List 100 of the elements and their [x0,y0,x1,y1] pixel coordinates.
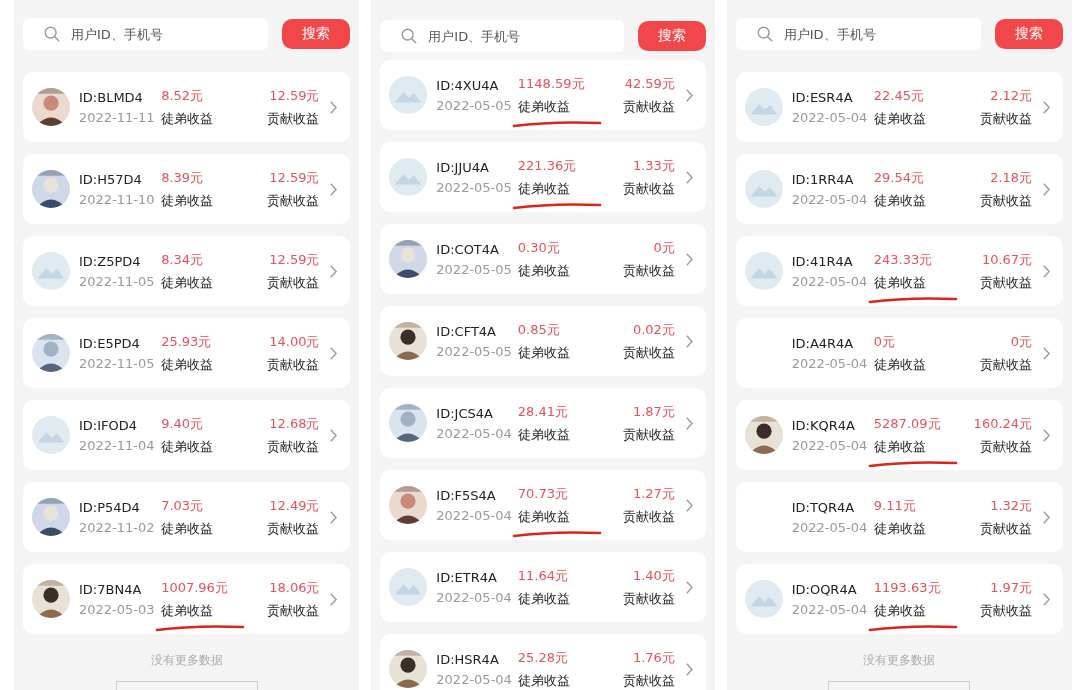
income-label: 徒弟收益 [161,437,215,456]
income-label: 徒弟收益 [161,191,215,210]
user-id: ID:Z5PD4 [79,253,142,269]
placeholder-avatar-icon [744,88,783,126]
contribution-amount: 1.40元 [632,566,675,585]
placeholder-avatar-icon [744,170,783,208]
user-card[interactable]: ID:1RR4A 2022-05-04 29.54元 徒弟收益 2.18元 贡献收益 [735,154,1063,224]
chevron-icon [684,333,694,349]
join-date: 2022-05-04 [436,425,513,441]
user-card[interactable]: ID:P54D4 2022-11-02 7.03元 徒弟收益 12.49元 贡献收益 [23,482,351,552]
income-label: 徒弟收益 [873,437,927,456]
join-date: 2022-05-04 [436,671,513,687]
user-card[interactable]: ID:JJU4A 2022-05-05 221.36元 徒弟收益 1.33元 贡献收益 [380,142,706,212]
user-card[interactable]: ID:ESR4A 2022-05-04 22.45元 徒弟收益 2.12元 贡献收益 [735,72,1063,142]
search-field[interactable]: 用户ID、手机号 [23,18,269,50]
income-amount: 8.39元 [161,168,205,187]
search-button[interactable]: 搜索 [995,19,1063,49]
search-field[interactable]: 用户ID、手机号 [735,18,981,50]
user-card[interactable]: ID:7BN4A 2022-05-03 1007.96元 徒弟收益 18.06元 贡献收益 [23,564,351,634]
income-amount: 0.85元 [517,320,561,339]
contribution-amount: 0.02元 [632,320,675,339]
user-card[interactable]: ID:BLMD4 2022-11-11 8.52元 徒弟收益 12.59元 贡献收益 [23,72,351,142]
income-amount: 1007.96元 [161,578,229,597]
contribution-amount: 1.33元 [632,156,675,175]
search-field[interactable]: 用户ID、手机号 [380,20,624,52]
chevron-icon [684,661,694,677]
contribution-label: 贡献收益 [267,191,320,210]
join-date: 2022-11-02 [79,519,156,535]
search-button[interactable]: 搜索 [282,19,351,49]
income-label: 徒弟收益 [873,355,927,374]
income-label: 徒弟收益 [873,191,927,210]
chevron-icon [684,169,694,185]
placeholder-avatar-icon [744,580,783,618]
income-label: 徒弟收益 [873,273,927,292]
contribution-amount: 0元 [1010,332,1033,351]
user-card[interactable]: ID:TQR4A 2022-05-04 9.11元 徒弟收益 1.32元 贡献收益 [735,482,1063,552]
income-amount: 9.40元 [161,414,205,433]
user-card[interactable]: ID:E5PD4 2022-11-05 25.93元 徒弟收益 14.00元 贡献收益 [23,318,351,388]
income-amount: 7.03元 [161,496,205,515]
income-amount: 25.28元 [517,648,569,667]
join-date: 2022-11-05 [79,355,156,371]
income-label: 徒弟收益 [161,519,215,538]
chevron-icon [329,181,339,197]
join-date: 2022-05-04 [791,355,869,371]
contribution-amount: 1.27元 [632,484,675,503]
user-id: ID:IFOD4 [79,417,139,433]
income-label: 徒弟收益 [517,589,571,608]
join-date: 2022-05-04 [791,519,869,535]
user-card[interactable]: ID:HSR4A 2022-05-04 25.28元 徒弟收益 1.76元 贡献收益 [380,634,706,690]
income-amount: 1193.63元 [873,578,942,597]
user-card[interactable]: ID:OQR4A 2022-05-04 1193.63元 徒弟收益 1.97元 贡献收益 [735,564,1063,634]
contribution-label: 贡献收益 [622,97,675,116]
user-card[interactable]: ID:41R4A 2022-05-04 243.33元 徒弟收益 10.67元 贡献收益 [735,236,1063,306]
user-id: ID:ETR4A [436,569,498,585]
user-card[interactable]: ID:IFOD4 2022-11-04 9.40元 徒弟收益 12.68元 贡献收益 [23,400,351,470]
contribution-amount: 14.00元 [269,332,320,351]
user-card[interactable]: ID:ETR4A 2022-05-04 11.64元 徒弟收益 1.40元 贡献收益 [380,552,706,622]
join-date: 2022-05-03 [79,601,156,617]
chevron-icon [329,427,339,443]
user-id: ID:TQR4A [791,499,856,515]
user-id: ID:HSR4A [436,651,500,667]
join-date: 2022-05-05 [436,261,513,277]
chevron-icon [1042,427,1051,443]
contribution-label: 贡献收益 [267,273,320,292]
user-id: ID:CFT4A [436,323,497,339]
income-amount: 221.36元 [517,156,578,175]
placeholder-avatar-icon [32,416,70,454]
user-id: ID:P54D4 [79,499,141,515]
contribution-label: 贡献收益 [267,109,320,128]
search-button[interactable]: 搜索 [637,21,706,51]
contribution-label: 贡献收益 [267,601,320,620]
chevron-icon [1042,181,1051,197]
income-label: 徒弟收益 [161,273,215,292]
chevron-icon [684,251,694,267]
user-id: ID:41R4A [791,253,854,269]
contribution-label: 贡献收益 [980,601,1033,620]
chevron-icon [329,509,339,525]
user-card[interactable]: ID:KQR4A 2022-05-04 5287.09元 徒弟收益 160.24元 贡献收益 [735,400,1063,470]
contribution-label: 贡献收益 [622,589,675,608]
user-card[interactable]: ID:H57D4 2022-11-10 8.39元 徒弟收益 12.59元 贡献收益 [23,154,351,224]
no-more-data-text: 没有更多数据 [863,652,936,669]
user-id: ID:JCS4A [436,405,494,421]
contribution-amount: 2.18元 [990,168,1033,187]
join-date: 2022-05-04 [791,109,869,125]
join-date: 2022-05-04 [791,437,869,453]
user-card[interactable]: ID:F5S4A 2022-05-04 70.73元 徒弟收益 1.27元 贡献收益 [380,470,706,540]
user-id: ID:H57D4 [79,171,143,187]
user-card[interactable]: ID:A4R4A 2022-05-04 0元 徒弟收益 0元 贡献收益 [735,318,1063,388]
user-card[interactable]: ID:COT4A 2022-05-05 0.30元 徒弟收益 0元 贡献收益 [380,224,706,294]
income-amount: 70.73元 [517,484,569,503]
join-date: 2022-05-04 [791,273,869,289]
user-card[interactable]: ID:JCS4A 2022-05-04 28.41元 徒弟收益 1.87元 贡献收益 [380,388,706,458]
user-id: ID:A4R4A [791,335,855,351]
user-id: ID:7BN4A [79,581,143,597]
user-card[interactable]: ID:Z5PD4 2022-11-05 8.34元 徒弟收益 12.59元 贡献收益 [23,236,351,306]
chevron-icon [684,579,694,595]
user-id: ID:JJU4A [436,159,490,175]
user-card[interactable]: ID:4XU4A 2022-05-05 1148.59元 徒弟收益 42.59元 贡献收益 [380,60,706,130]
user-card[interactable]: ID:CFT4A 2022-05-05 0.85元 徒弟收益 0.02元 贡献收益 [380,306,706,376]
placeholder-avatar-icon [744,252,783,290]
